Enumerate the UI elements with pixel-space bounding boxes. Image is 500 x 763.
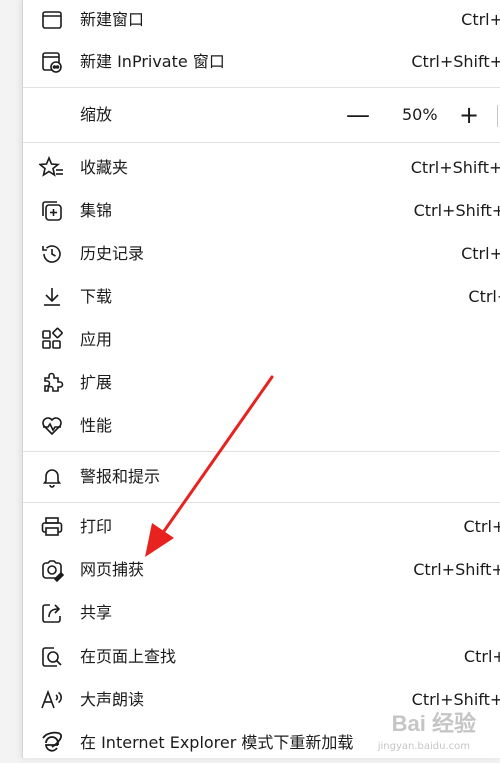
menu-item-history[interactable]: 历史记录 Ctrl+H bbox=[23, 234, 500, 274]
inprivate-window-icon bbox=[39, 49, 65, 75]
menu-item-favorites[interactable]: 收藏夹 Ctrl+Shift+O bbox=[23, 148, 500, 188]
menu-item-new-inprivate-window[interactable]: 新建 InPrivate 窗口 Ctrl+Shift+N bbox=[23, 42, 500, 82]
menu-item-label: 打印 bbox=[80, 517, 113, 536]
download-icon bbox=[39, 284, 65, 310]
zoom-row: 缩放 — 50% + bbox=[23, 95, 500, 135]
menu-item-label: 应用 bbox=[80, 330, 113, 349]
zoom-label: 缩放 bbox=[80, 105, 113, 124]
menu-item-label: 新建 InPrivate 窗口 bbox=[80, 52, 225, 71]
menu-divider bbox=[23, 451, 500, 452]
menu-item-alerts[interactable]: 警报和提示 bbox=[23, 457, 500, 497]
alerts-icon bbox=[39, 464, 65, 490]
menu-item-shortcut: Ctrl+H bbox=[461, 244, 500, 263]
menu-item-shortcut: Ctrl+Shift+O bbox=[410, 158, 500, 177]
menu-item-label: 新建窗口 bbox=[80, 10, 145, 29]
watermark-url: jingyan.baidu.com bbox=[377, 741, 470, 752]
menu-item-label: 在页面上查找 bbox=[80, 647, 177, 666]
menu-item-shortcut: Ctrl+P bbox=[463, 517, 500, 536]
history-icon bbox=[39, 241, 65, 267]
menu-item-label: 历史记录 bbox=[80, 244, 145, 263]
share-icon bbox=[39, 600, 65, 626]
menu-divider bbox=[23, 502, 500, 503]
watermark-logo: Bai 经验 bbox=[391, 711, 476, 736]
menu-item-label: 收藏夹 bbox=[80, 158, 129, 177]
menu-item-label: 下载 bbox=[80, 287, 113, 306]
menu-item-label: 共享 bbox=[80, 603, 113, 622]
collections-icon bbox=[39, 198, 65, 224]
menu-item-downloads[interactable]: 下载 Ctrl+J bbox=[23, 277, 500, 317]
zoom-level: 50% bbox=[402, 105, 438, 124]
menu-item-label: 大声朗读 bbox=[80, 690, 145, 709]
menu-item-shortcut: Ctrl+F bbox=[463, 647, 500, 666]
menu-item-share[interactable]: 共享 bbox=[23, 593, 500, 633]
performance-icon bbox=[39, 413, 65, 439]
find-icon bbox=[39, 644, 65, 670]
menu-item-label: 警报和提示 bbox=[80, 467, 161, 486]
menu-item-shortcut: Ctrl+N bbox=[461, 10, 500, 29]
new-window-icon bbox=[39, 7, 65, 33]
zoom-out-button[interactable]: — bbox=[343, 95, 373, 135]
menu-item-label: 网页捕获 bbox=[80, 560, 145, 579]
menu-item-print[interactable]: 打印 Ctrl+P bbox=[23, 507, 500, 547]
menu-item-shortcut: Ctrl+Shift+Y bbox=[413, 201, 500, 220]
ie-mode-icon bbox=[39, 730, 65, 756]
zoom-divider bbox=[497, 105, 498, 127]
menu-divider bbox=[23, 87, 500, 88]
menu-item-shortcut: Ctrl+Shift+S bbox=[413, 560, 500, 579]
menu-item-label: 性能 bbox=[80, 416, 113, 435]
menu-item-label: 扩展 bbox=[80, 373, 113, 392]
menu-divider bbox=[23, 142, 500, 143]
menu-item-web-capture[interactable]: 网页捕获 Ctrl+Shift+S bbox=[23, 550, 500, 590]
apps-icon bbox=[39, 327, 65, 353]
favorites-icon bbox=[39, 155, 65, 181]
menu-item-shortcut: Ctrl+J bbox=[468, 287, 500, 306]
web-capture-icon bbox=[39, 557, 65, 583]
menu-item-apps[interactable]: 应用 bbox=[23, 320, 500, 360]
menu-item-new-window[interactable]: 新建窗口 Ctrl+N bbox=[23, 0, 500, 40]
menu-item-collections[interactable]: 集锦 Ctrl+Shift+Y bbox=[23, 191, 500, 231]
menu-item-extensions[interactable]: 扩展 bbox=[23, 363, 500, 403]
extensions-icon bbox=[39, 370, 65, 396]
zoom-in-button[interactable]: + bbox=[454, 95, 484, 135]
menu-item-label: 在 Internet Explorer 模式下重新加载 bbox=[80, 733, 354, 752]
menu-item-performance[interactable]: 性能 bbox=[23, 406, 500, 446]
browser-settings-menu: 新建窗口 Ctrl+N 新建 InPrivate 窗口 Ctrl+Shift+N… bbox=[22, 0, 500, 758]
menu-item-label: 集锦 bbox=[80, 201, 113, 220]
menu-item-shortcut: Ctrl+Shift+N bbox=[411, 52, 500, 71]
read-aloud-icon bbox=[39, 687, 65, 713]
print-icon bbox=[39, 514, 65, 540]
menu-item-find-on-page[interactable]: 在页面上查找 Ctrl+F bbox=[23, 637, 500, 677]
